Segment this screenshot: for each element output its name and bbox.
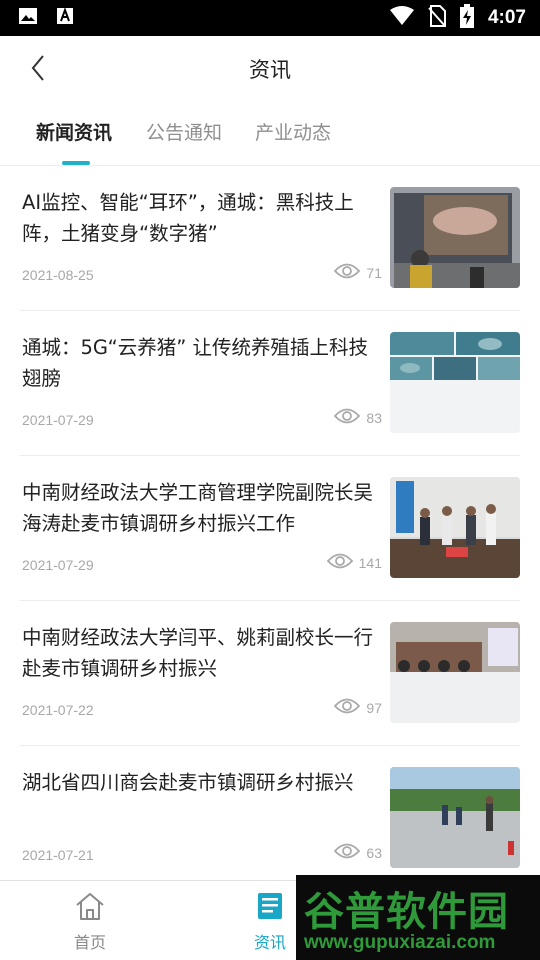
- list-item[interactable]: AI监控、智能“耳环”，通城：黑科技上阵，土猪变身“数字猪” 2021-08-2…: [20, 166, 520, 311]
- news-date: 2021-07-29: [22, 557, 94, 573]
- list-item[interactable]: 通城：5G“云养猪” 让传统养殖插上科技翅膀 2021-07-29 83: [20, 311, 520, 456]
- list-item[interactable]: 中南财经政法大学工商管理学院副院长吴海涛赴麦市镇调研乡村振兴工作 2021-07…: [20, 456, 520, 601]
- screen: 4:07 资讯 新闻资讯 公告通知 产业动态 AI监控、智能“耳环”，通城：黑科…: [0, 0, 540, 960]
- text-a-icon: [56, 7, 74, 29]
- watermark-url: www.gupuxiazai.com: [304, 932, 496, 953]
- eye-icon: [334, 842, 361, 863]
- no-sim-icon: [428, 5, 446, 31]
- home-icon: [74, 893, 106, 925]
- news-icon: [256, 893, 284, 925]
- list-item[interactable]: 湖北省四川商会赴麦市镇调研乡村振兴 2021-07-21 63: [20, 746, 520, 891]
- eye-icon: [334, 697, 361, 718]
- wifi-icon: [389, 6, 414, 30]
- news-title: 通城：5G“云养猪” 让传统养殖插上科技翅膀: [22, 336, 368, 390]
- news-list: AI监控、智能“耳环”，通城：黑科技上阵，土猪变身“数字猪” 2021-08-2…: [0, 166, 540, 891]
- list-item[interactable]: 中南财经政法大学闫平、姚莉副校长一行 赴麦市镇调研乡村振兴 2021-07-22…: [20, 601, 520, 746]
- news-title: AI监控、智能“耳环”，通城：黑科技上阵，土猪变身“数字猪”: [22, 191, 354, 245]
- view-count-value: 141: [358, 554, 382, 571]
- news-thumbnail: [390, 477, 520, 578]
- nav-home[interactable]: 首页: [45, 891, 135, 953]
- news-title: 中南财经政法大学工商管理学院副院长吴海涛赴麦市镇调研乡村振兴工作: [22, 481, 374, 535]
- view-count: 83: [334, 407, 382, 428]
- news-thumbnail: [390, 187, 520, 288]
- view-count: 97: [334, 697, 382, 718]
- news-date: 2021-07-29: [22, 412, 94, 428]
- tab-indicator: [62, 161, 90, 165]
- app-bar: 资讯: [0, 36, 540, 100]
- status-time: 4:07: [487, 7, 526, 28]
- tab-news[interactable]: 新闻资讯: [36, 118, 112, 145]
- view-count-value: 71: [366, 264, 382, 281]
- view-count: 141: [326, 552, 382, 573]
- news-thumbnail: [390, 767, 520, 868]
- eye-icon: [334, 262, 361, 283]
- eye-icon: [326, 552, 353, 573]
- tab-industry[interactable]: 产业动态: [255, 118, 331, 145]
- watermark: 谷普软件园 www.gupuxiazai.com: [296, 875, 540, 960]
- image-icon: [18, 7, 38, 29]
- view-count: 63: [334, 842, 382, 863]
- news-title: 湖北省四川商会赴麦市镇调研乡村振兴: [22, 771, 354, 794]
- battery-charging-icon: [459, 4, 474, 32]
- tab-bar: 新闻资讯 公告通知 产业动态: [0, 100, 540, 166]
- view-count-value: 63: [366, 844, 382, 861]
- news-thumbnail: [390, 332, 520, 433]
- news-title: 中南财经政法大学闫平、姚莉副校长一行 赴麦市镇调研乡村振兴: [22, 626, 374, 680]
- view-count-value: 83: [366, 409, 382, 426]
- view-count-value: 97: [366, 699, 382, 716]
- view-count: 71: [334, 262, 382, 283]
- news-date: 2021-07-22: [22, 702, 94, 718]
- nav-home-label: 首页: [73, 933, 106, 952]
- news-thumbnail: [390, 622, 520, 723]
- status-bar: 4:07: [0, 0, 540, 36]
- tab-announcements[interactable]: 公告通知: [146, 118, 222, 145]
- watermark-logo: 谷普软件园: [304, 889, 509, 935]
- news-date: 2021-07-21: [22, 847, 94, 863]
- page-title: 资讯: [249, 58, 291, 82]
- news-date: 2021-08-25: [22, 267, 94, 283]
- eye-icon: [334, 407, 361, 428]
